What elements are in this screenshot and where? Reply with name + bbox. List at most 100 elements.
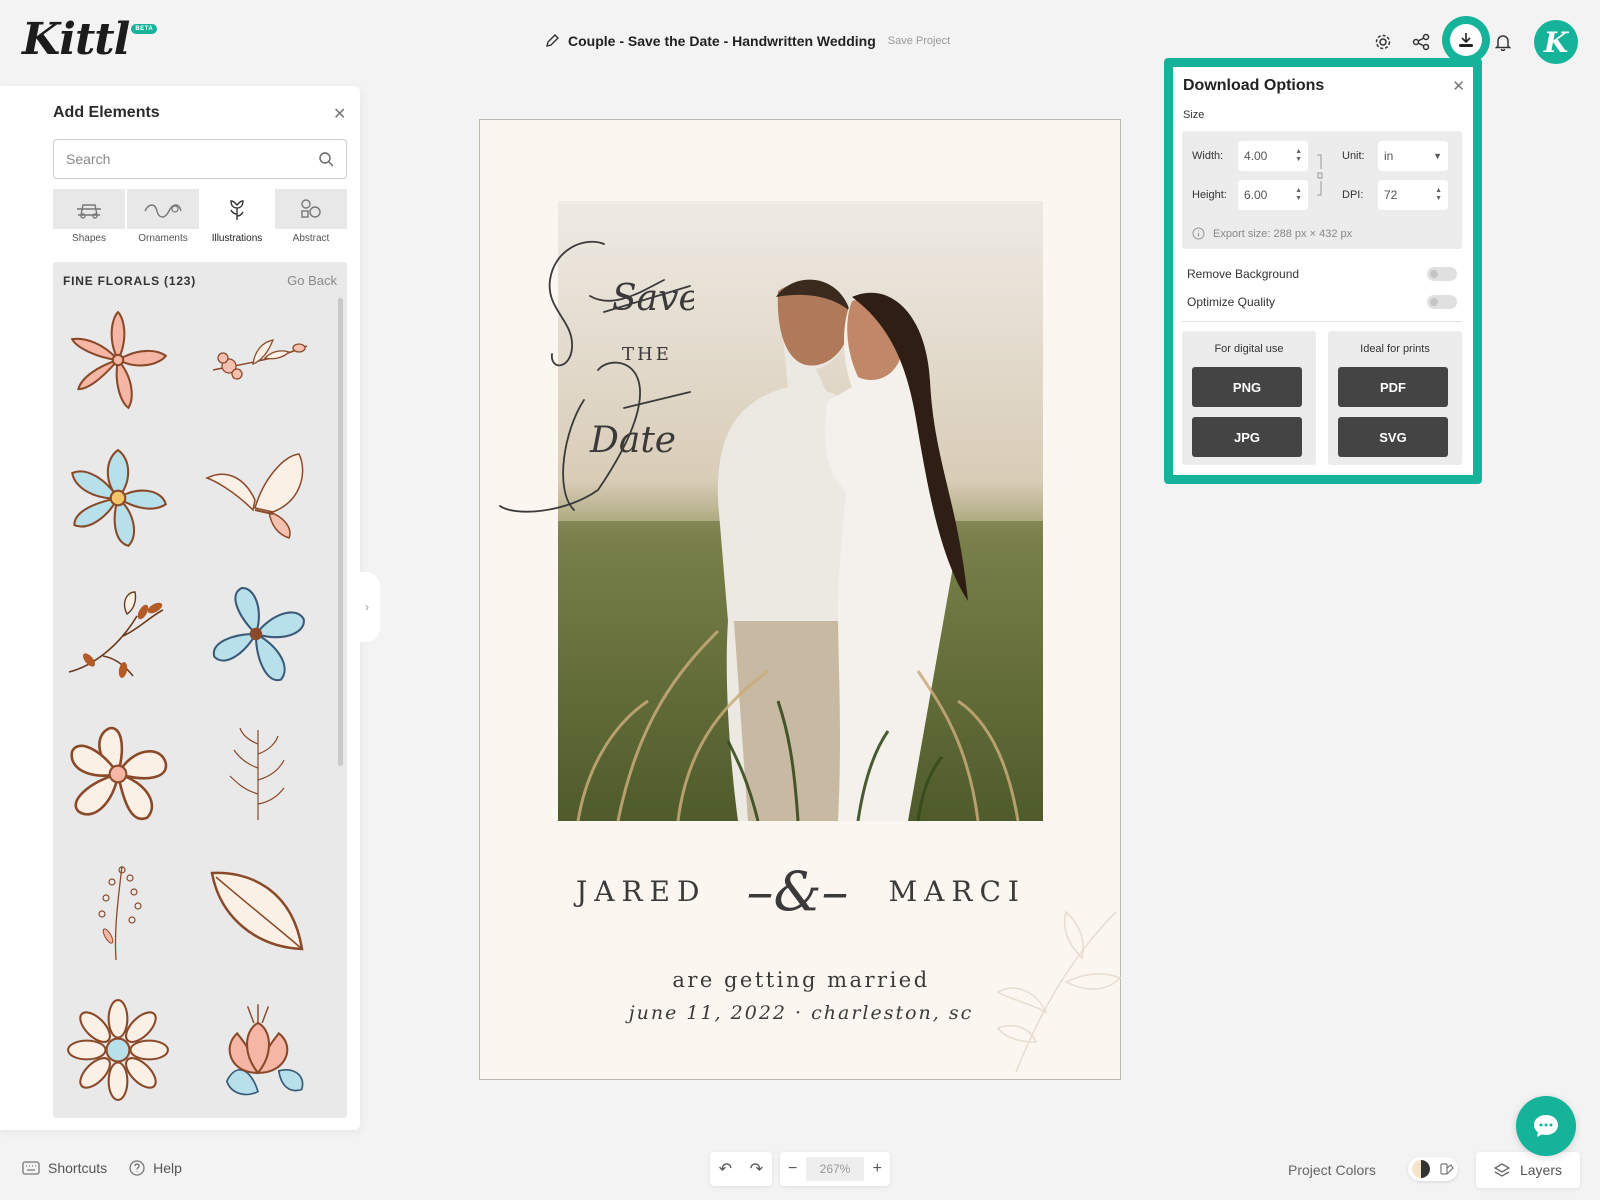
zoom-out-icon[interactable]: − <box>788 1160 797 1178</box>
redo-icon[interactable]: ↷ <box>750 1159 763 1179</box>
close-icon[interactable]: ✕ <box>333 104 346 124</box>
palette-icon <box>1440 1163 1454 1175</box>
remove-background-toggle[interactable] <box>1427 267 1457 281</box>
element-brown-branch[interactable] <box>63 576 173 696</box>
bottom-left-links: Shortcuts Help <box>22 1160 182 1176</box>
save-the-date-script[interactable]: Save THE Date <box>494 230 694 520</box>
save-project-link[interactable]: Save Project <box>888 35 950 47</box>
category-label: Illustrations <box>211 233 263 244</box>
project-title-bar[interactable]: Couple - Save the Date - Handwritten Wed… <box>544 33 950 49</box>
project-colors-label: Project Colors <box>1288 1162 1376 1178</box>
beta-badge: BETA <box>131 24 158 34</box>
script-save: Save <box>612 278 694 319</box>
category-label: Shapes <box>72 233 106 244</box>
stepper-icon[interactable]: ▲ ▼ <box>1295 187 1302 203</box>
element-berry-sprig[interactable] <box>63 852 173 972</box>
kittl-logo[interactable]: Kittl BETA <box>22 14 158 66</box>
layers-icon <box>1493 1163 1510 1177</box>
color-swatch-icon <box>1412 1160 1430 1178</box>
artboard[interactable]: Save THE Date JARED –&– MARCI are gettin… <box>479 119 1122 1080</box>
unit-label: Unit: <box>1342 150 1365 162</box>
element-leaf[interactable] <box>203 852 313 972</box>
category-illustrations[interactable]: Illustrations <box>201 189 273 244</box>
element-butterfly[interactable] <box>203 438 313 558</box>
print-formats: Ideal for prints PDF SVG <box>1328 331 1462 465</box>
layers-button[interactable]: Layers <box>1476 1152 1580 1188</box>
user-avatar[interactable]: K <box>1534 20 1578 64</box>
print-heading: Ideal for prints <box>1360 343 1430 355</box>
scrollbar[interactable] <box>338 298 343 766</box>
height-label: Height: <box>1192 189 1227 201</box>
element-pink-flower[interactable] <box>63 300 173 420</box>
category-label: Abstract <box>292 233 330 244</box>
logo-text: Kittl <box>22 14 130 65</box>
chat-button[interactable] <box>1516 1096 1576 1156</box>
chevron-down-icon: ▼ <box>1433 151 1442 161</box>
remove-background-row: Remove Background <box>1187 267 1457 281</box>
element-blue-flower[interactable] <box>63 438 173 558</box>
shortcuts-label: Shortcuts <box>48 1160 108 1176</box>
project-name[interactable]: Couple - Save the Date - Handwritten Wed… <box>568 33 876 49</box>
abstract-icon <box>301 199 321 218</box>
element-leaf-sprig[interactable] <box>203 714 313 834</box>
divider <box>1182 321 1462 322</box>
zoom-in-icon[interactable]: + <box>873 1160 882 1178</box>
bell-icon[interactable] <box>1492 31 1514 53</box>
optimize-quality-toggle[interactable] <box>1427 295 1457 309</box>
close-icon[interactable]: ✕ <box>1452 77 1465 95</box>
element-cream-flower[interactable] <box>63 714 173 834</box>
element-grid: FINE FLORALS (123) Go Back <box>53 262 347 1118</box>
gear-icon[interactable] <box>1372 31 1394 53</box>
ornaments-icon <box>144 204 182 218</box>
width-value: 4.00 <box>1244 149 1268 163</box>
project-colors-toggle[interactable] <box>1408 1157 1458 1181</box>
category-shapes[interactable]: Shapes <box>53 189 125 244</box>
shortcuts-link[interactable]: Shortcuts <box>22 1160 107 1176</box>
element-blue-hibiscus[interactable] <box>203 576 313 696</box>
width-label: Width: <box>1192 150 1224 162</box>
png-button[interactable]: PNG <box>1192 367 1302 407</box>
unit-select[interactable]: in ▼ <box>1378 141 1448 171</box>
element-flower-branch[interactable] <box>203 300 313 420</box>
size-settings: Width: 4.00 ▲ ▼ Height: 6.00 ▲ ▼ Unit: in … <box>1182 131 1462 249</box>
height-input[interactable]: 6.00 ▲ ▼ <box>1238 180 1308 210</box>
help-link[interactable]: Help <box>129 1160 182 1176</box>
digital-formats: For digital use PNG JPG <box>1182 331 1316 465</box>
illustrations-icon <box>230 200 244 220</box>
jpg-button[interactable]: JPG <box>1192 417 1302 457</box>
layers-label: Layers <box>1519 1162 1563 1178</box>
share-icon[interactable] <box>1410 31 1432 53</box>
download-icon <box>1450 24 1482 56</box>
pencil-icon <box>546 34 559 47</box>
element-daisy[interactable] <box>63 990 173 1110</box>
add-elements-panel: Add Elements ✕ Shapes Ornaments Illustra… <box>0 86 360 1130</box>
script-date: Date <box>589 420 676 461</box>
download-button[interactable] <box>1442 16 1490 64</box>
search-icon[interactable] <box>318 151 334 167</box>
keyboard-icon <box>22 1161 40 1175</box>
zoom-level[interactable]: 267% <box>806 1157 864 1181</box>
element-peony[interactable] <box>203 990 313 1110</box>
svg-button[interactable]: SVG <box>1338 417 1448 457</box>
category-ornaments[interactable]: Ornaments <box>127 189 199 244</box>
size-label: Size <box>1183 109 1205 121</box>
pdf-button[interactable]: PDF <box>1338 367 1448 407</box>
width-input[interactable]: 4.00 ▲ ▼ <box>1238 141 1308 171</box>
stepper-icon[interactable]: ▲ ▼ <box>1295 148 1302 164</box>
optimize-quality-row: Optimize Quality <box>1187 295 1457 309</box>
category-tabs: Shapes Ornaments Illustrations Abstract <box>53 189 347 244</box>
lock-ratio-icon[interactable] <box>1315 153 1325 197</box>
undo-icon[interactable]: ↶ <box>719 1159 732 1179</box>
shapes-icon <box>77 204 101 219</box>
go-back-link[interactable]: Go Back <box>287 273 337 288</box>
dpi-input[interactable]: 72 ▲ ▼ <box>1378 180 1448 210</box>
category-abstract[interactable]: Abstract <box>275 189 347 244</box>
stepper-icon[interactable]: ▲ ▼ <box>1435 187 1442 203</box>
search-input[interactable] <box>53 139 347 179</box>
chat-icon <box>1534 1115 1558 1137</box>
dpi-value: 72 <box>1384 188 1398 202</box>
collapse-panel-tab[interactable]: › <box>354 572 380 642</box>
help-icon <box>129 1160 145 1176</box>
height-value: 6.00 <box>1244 188 1268 202</box>
remove-background-label: Remove Background <box>1187 267 1300 281</box>
